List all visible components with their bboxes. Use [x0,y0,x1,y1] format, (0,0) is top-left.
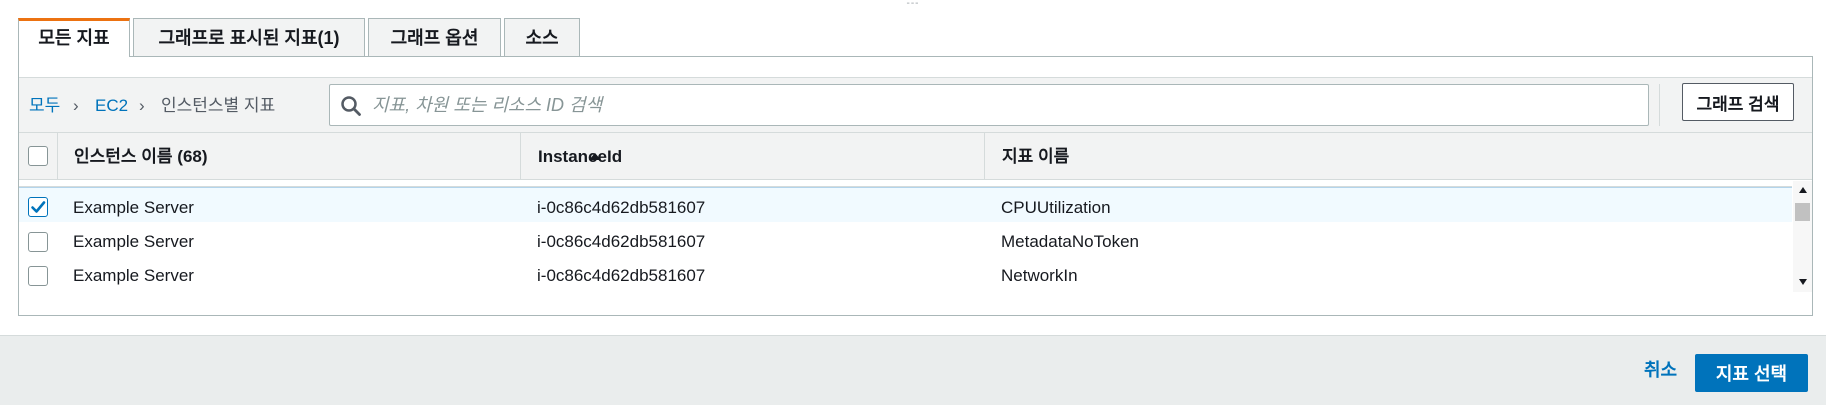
row-checkbox[interactable] [28,197,48,217]
breadcrumb-per-instance-metrics: 인스턴스별 지표 [161,96,276,115]
tab-bar: 모든 지표 그래프로 표시된 지표(1) 그래프 옵션 소스 [18,18,580,57]
breadcrumb-separator: › [73,96,79,115]
row-checkbox[interactable] [28,266,48,286]
table-row[interactable]: Example Server i-0c86c4d62db581607 Netwo… [19,256,1792,292]
column-divider[interactable] [984,133,985,180]
select-all-checkbox[interactable] [28,146,48,166]
tab-source[interactable]: 소스 [504,18,580,56]
column-divider[interactable] [520,133,521,180]
search-input[interactable] [372,85,1632,125]
column-header-instance-id[interactable]: InstanceId [538,133,622,180]
breadcrumb-all[interactable]: 모두 [29,78,60,134]
cell-instance-name: Example Server [73,266,194,285]
checkmark-icon [31,201,46,213]
scroll-thumb[interactable] [1795,203,1810,221]
tab-all-metrics[interactable]: 모든 지표 [18,18,130,57]
column-header-instance-name[interactable]: 인스턴스 이름 (68) [74,133,208,180]
table-body: Example Server i-0c86c4d62db581607 CPUUt… [19,181,1792,292]
resize-handle[interactable]: --- [905,0,921,9]
tab-graph-options[interactable]: 그래프 옵션 [368,18,501,56]
row-checkbox[interactable] [28,232,48,252]
dialog-footer: 취소 지표 선택 [0,335,1826,405]
table-row[interactable]: Example Server i-0c86c4d62db581607 CPUUt… [19,187,1792,227]
search-box[interactable] [329,84,1649,126]
tab-graphed-metrics[interactable]: 그래프로 표시된 지표(1) [133,18,365,56]
table-scrollbar[interactable] [1793,181,1812,292]
scroll-down-arrow-icon[interactable] [1799,279,1807,285]
column-header-metric-name[interactable]: 지표 이름 [1002,133,1069,180]
cancel-button[interactable]: 취소 [1644,356,1677,382]
breadcrumb-separator: › [139,96,145,115]
scroll-up-arrow-icon[interactable] [1799,187,1807,193]
graph-search-button[interactable]: 그래프 검색 [1682,83,1794,121]
select-metrics-button[interactable]: 지표 선택 [1695,354,1808,392]
metrics-toolbar: 모두 › EC2 › 인스턴스별 지표 그래프 검색 [19,77,1812,133]
breadcrumb-ec2[interactable]: EC2 [95,78,128,134]
cell-metric-name: NetworkIn [1001,266,1078,285]
column-divider [57,133,58,180]
toolbar-divider [1659,84,1660,126]
search-icon [341,96,361,116]
table-header: 인스턴스 이름 (68) InstanceId 지표 이름 [19,133,1812,180]
cell-instance-id: i-0c86c4d62db581607 [537,266,706,285]
metrics-panel: 모두 › EC2 › 인스턴스별 지표 그래프 검색 인스턴스 이름 (68) … [18,56,1813,316]
